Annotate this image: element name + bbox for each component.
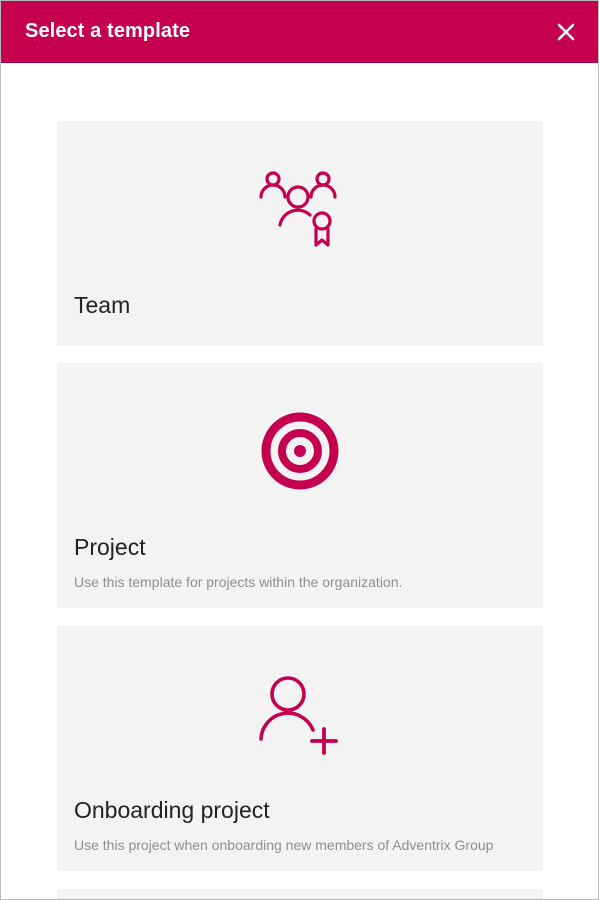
template-title: Project (74, 534, 146, 560)
template-card-onboarding[interactable]: Onboarding project Use this project when… (57, 626, 543, 871)
template-description: Use this project when onboarding new mem… (74, 837, 494, 853)
team-icon (259, 171, 337, 247)
team-icon-wrap (57, 169, 543, 249)
target-icon-wrap (57, 411, 543, 491)
template-title: Team (74, 292, 131, 318)
close-button[interactable] (552, 18, 580, 46)
template-card-project[interactable]: Project Use this template for projects w… (57, 363, 543, 608)
add-user-icon-wrap (57, 674, 543, 758)
template-list: Team Project Use this template for proje… (1, 63, 598, 899)
dialog-header: Select a template (1, 1, 598, 63)
add-user-icon (259, 676, 338, 755)
target-icon (261, 412, 339, 490)
template-description: Use this template for projects within th… (74, 574, 403, 590)
template-title: Onboarding project (74, 797, 270, 823)
template-card-partial[interactable] (57, 889, 543, 899)
close-icon (557, 23, 575, 40)
template-dialog: Select a template Team Project Use this … (0, 0, 599, 900)
dialog-title: Select a template (25, 20, 191, 42)
template-card-team[interactable]: Team (57, 121, 543, 346)
